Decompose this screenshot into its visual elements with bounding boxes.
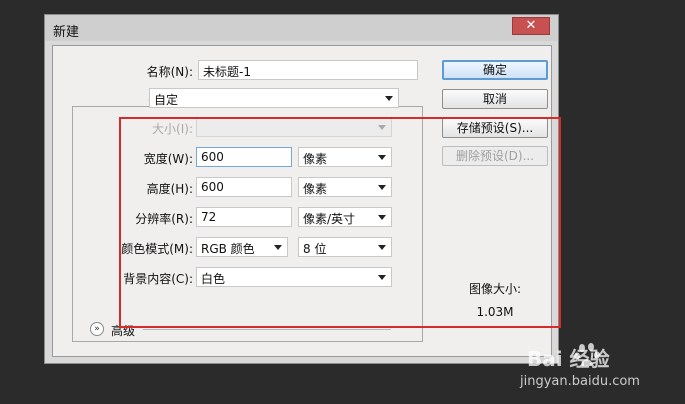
preset-select[interactable]: 自定 bbox=[149, 88, 399, 108]
preset-value: 自定 bbox=[154, 93, 179, 107]
close-icon: ✕ bbox=[525, 18, 537, 33]
name-label: 名称(N): bbox=[146, 65, 193, 79]
expand-icon: » bbox=[94, 324, 100, 334]
watermark-url: jingyan.baidu.com bbox=[520, 374, 640, 389]
cancel-button[interactable]: 取消 bbox=[442, 89, 548, 109]
close-button[interactable]: ✕ bbox=[512, 17, 550, 35]
name-input[interactable]: 未标题-1 bbox=[198, 60, 418, 80]
chevron-down-icon bbox=[385, 96, 393, 101]
baidu-paw-icon bbox=[574, 343, 600, 366]
title-bar[interactable]: 新建 ✕ bbox=[45, 15, 558, 41]
highlight-annotation-box bbox=[119, 117, 561, 328]
advanced-toggle-button[interactable]: » bbox=[90, 322, 104, 336]
dialog-title: 新建 bbox=[53, 25, 80, 40]
ok-button[interactable]: 确定 bbox=[442, 60, 548, 80]
advanced-divider bbox=[143, 329, 391, 330]
